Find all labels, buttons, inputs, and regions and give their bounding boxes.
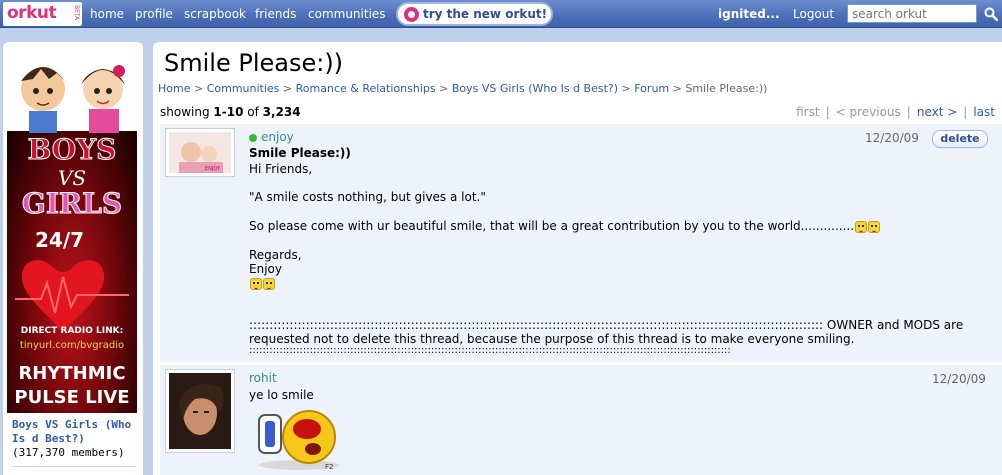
breadcrumb-separator: > (439, 82, 449, 95)
forum-post: rohit 12/20/09 ye lo smile F2 (160, 365, 1002, 475)
delete-post-button[interactable]: delete (932, 130, 988, 148)
forum-topic-panel: Smile Please:)) Home > Communities > Rom… (153, 42, 1002, 475)
post-body-line: Enjoy (249, 262, 282, 276)
try-new-orkut-label: try the new orkut! (423, 7, 548, 21)
post-author-link[interactable]: enjoy (261, 130, 294, 144)
smiley-icon (250, 277, 262, 290)
orkut-logo[interactable]: orkut BETA (3, 2, 82, 26)
post-date: 12/20/09 (932, 372, 986, 386)
search-input[interactable] (847, 4, 977, 23)
showing-range: 1-10 (213, 105, 244, 119)
breadcrumb-separator: > (193, 82, 204, 95)
online-status-icon (249, 134, 257, 142)
post-body-line: Hi Friends, (249, 162, 313, 176)
breadcrumb-separator: > (282, 82, 293, 95)
nav-scrapbook[interactable]: scrapbook (184, 7, 246, 21)
logo-beta-label: BETA (73, 5, 80, 21)
banner-title-boys: BOYS (28, 133, 117, 166)
post-body-line (249, 276, 275, 290)
breadcrumb-current: Smile Please:)) (685, 82, 768, 95)
top-navigation-bar: orkut BETA home profile scrapbook friend… (0, 0, 1002, 28)
avatar-image (169, 373, 231, 449)
post-author-link[interactable]: rohit (249, 371, 277, 385)
pager-separator: | (906, 105, 911, 119)
post-body-line: Regards, (249, 248, 302, 262)
banner-schedule: 24/7 (35, 228, 84, 252)
breadcrumb-community[interactable]: Boys VS Girls (Who Is d Best?) (452, 82, 618, 95)
pager-separator: | (825, 105, 830, 119)
banner-radio-url: tinyurl.com/bvgradio (20, 340, 124, 351)
image-caption: F2 (325, 463, 333, 471)
showing-total: 3,234 (262, 105, 301, 119)
post-body-line: "A smile costs nothing, but gives a lot.… (249, 190, 486, 204)
post-body-line: ::::::::::::::::::::::::::::::::::::::::… (249, 345, 731, 356)
logo-text: orkut (7, 3, 57, 23)
nav-profile[interactable]: profile (135, 7, 173, 21)
pager-first: first (796, 105, 820, 119)
nav-communities[interactable]: communities (308, 7, 386, 21)
avatar-caption: ENJOY (205, 166, 221, 172)
results-count: showing 1-10 of 3,234 (160, 105, 301, 119)
author-avatar[interactable] (165, 369, 235, 453)
post-body-line: ye lo smile (249, 388, 314, 402)
logout-link[interactable]: Logout (793, 7, 834, 21)
breadcrumb-separator: > (621, 82, 631, 95)
author-avatar[interactable]: ENJOY (165, 128, 235, 177)
pager-previous: < previous (835, 105, 901, 119)
banner-station-line2: PULSE LIVE (14, 387, 129, 408)
pagination: first | < previous | next > | last (796, 105, 995, 119)
nav-friends[interactable]: friends (255, 7, 296, 21)
try-new-orkut-button[interactable]: try the new orkut! (396, 2, 553, 26)
post-date: 12/20/09 (865, 131, 919, 145)
forum-post: ENJOY enjoy 12/20/09 delete Smile Please… (160, 124, 1002, 362)
breadcrumb-category[interactable]: Romance & Relationships (296, 82, 436, 95)
post-body-line: requested not to delete this thread, bec… (249, 332, 855, 346)
showing-prefix: showing (160, 105, 210, 119)
community-member-count: (317,370 members) (12, 446, 125, 459)
page-title: Smile Please:)) (164, 49, 344, 77)
breadcrumb-home[interactable]: Home (158, 82, 190, 95)
community-banner-image[interactable]: BOYS VS GIRLS 24/7 DIRECT RADIO LINK: ti… (7, 51, 137, 413)
community-sidebar: BOYS VS GIRLS 24/7 DIRECT RADIO LINK: ti… (3, 42, 143, 475)
post-body-line: So please come with ur beautiful smile, … (249, 219, 881, 233)
breadcrumb-separator: > (672, 82, 682, 95)
search-icon[interactable] (984, 7, 998, 21)
sidebar-divider (12, 466, 136, 467)
nav-home[interactable]: home (90, 7, 124, 21)
pager-last[interactable]: last (973, 105, 995, 119)
pager-separator: | (963, 105, 968, 119)
banner-radio-label: DIRECT RADIO LINK: (21, 326, 123, 336)
breadcrumb-forum[interactable]: Forum (634, 82, 669, 95)
avatar-image: ENJOY (169, 132, 231, 173)
smiley-icon (263, 277, 275, 290)
community-name-link[interactable]: Boys VS Girls (Who Is d Best?) (12, 418, 140, 446)
banner-station-line1: RHYTHMIC (18, 363, 125, 384)
breadcrumb: Home > Communities > Romance & Relations… (158, 82, 767, 95)
try-orkut-icon (404, 7, 419, 22)
showing-of: of (247, 105, 259, 119)
post-body-line: ::::::::::::::::::::::::::::::::::::::::… (249, 318, 964, 332)
smiley-icon (855, 220, 868, 233)
post-subject: Smile Please:)) (249, 146, 351, 160)
breadcrumb-communities[interactable]: Communities (207, 82, 280, 95)
current-user-name[interactable]: ignited... (718, 7, 780, 21)
post-body-text: So please come with ur beautiful smile, … (249, 219, 855, 233)
banner-title-girls: GIRLS (22, 187, 122, 220)
smiley-icon (868, 220, 881, 233)
smiley-icon: F2 (258, 410, 339, 471)
pager-next[interactable]: next > (917, 105, 957, 119)
